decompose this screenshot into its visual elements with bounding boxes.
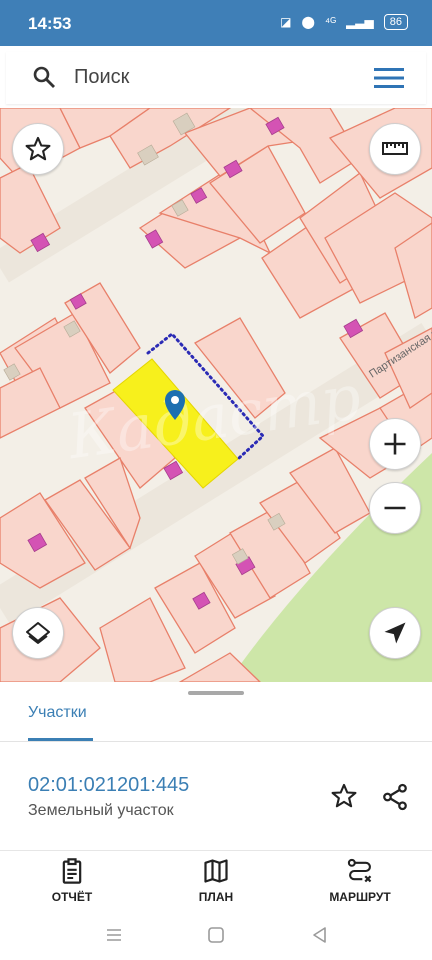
sheet-handle[interactable] [188, 691, 244, 695]
status-bar: 14:53 ◪ ⬤ ⁴ᴳ ▂▃▅ 86 [0, 0, 432, 46]
nav-route-label: МАРШРУТ [329, 890, 391, 904]
my-location-button[interactable] [369, 607, 421, 659]
layers-button[interactable] [12, 607, 64, 659]
measure-button[interactable] [369, 123, 421, 175]
tab-parcels[interactable]: Участки [28, 704, 87, 722]
share-icon[interactable] [380, 782, 410, 812]
parcel-sheet: Участки 02:01:021201:445 Земельный участ… [0, 682, 432, 850]
zoom-out-button[interactable] [369, 482, 421, 534]
ruler-icon [382, 142, 408, 155]
star-icon[interactable] [330, 782, 358, 810]
favorites-map-button[interactable] [12, 123, 64, 175]
nav-report[interactable]: ОТЧЁТ [22, 857, 122, 904]
layers-icon [26, 622, 50, 644]
parcel-type: Земельный участок [28, 802, 174, 819]
status-icons: ◪ ⬤ ⁴ᴳ ▂▃▅ 86 [280, 14, 408, 30]
home-icon[interactable] [206, 925, 226, 945]
zoom-in-button[interactable] [369, 418, 421, 470]
nav-report-label: ОТЧЁТ [51, 890, 93, 904]
location-arrow-icon [384, 622, 406, 644]
divider [0, 741, 432, 742]
search-bar[interactable]: Поиск [6, 52, 426, 104]
map-icon [204, 859, 228, 883]
menu-icon[interactable] [374, 67, 404, 89]
search-icon[interactable] [32, 65, 56, 89]
nav-route[interactable]: МАРШРУТ [310, 857, 410, 904]
nav-plan[interactable]: ПЛАН [166, 857, 266, 904]
battery-indicator: 86 [383, 14, 408, 30]
search-input[interactable]: Поиск [74, 66, 129, 89]
report-icon [62, 858, 82, 884]
map-view[interactable]: Кадастр Партизанская ул [0, 108, 432, 682]
cadastral-map[interactable]: Кадастр Партизанская ул [0, 108, 432, 682]
network-label: ⁴ᴳ [324, 15, 337, 29]
parcel-number[interactable]: 02:01:021201:445 [28, 774, 189, 797]
route-icon [347, 858, 372, 883]
status-time: 14:53 [28, 14, 72, 33]
recents-icon[interactable] [104, 925, 124, 945]
zoom-out-icon [384, 506, 406, 510]
zoom-in-icon [384, 433, 406, 455]
system-nav-bar [0, 912, 432, 960]
bottom-nav: ОТЧЁТ ПЛАН МАРШРУТ [0, 850, 432, 913]
back-icon[interactable] [310, 925, 330, 945]
signal-icon: ▂▃▅ [346, 15, 374, 29]
nfc-icon: ◪ [280, 15, 292, 29]
star-icon [25, 136, 51, 161]
nav-plan-label: ПЛАН [198, 890, 234, 904]
location-icon: ⬤ [301, 15, 315, 29]
